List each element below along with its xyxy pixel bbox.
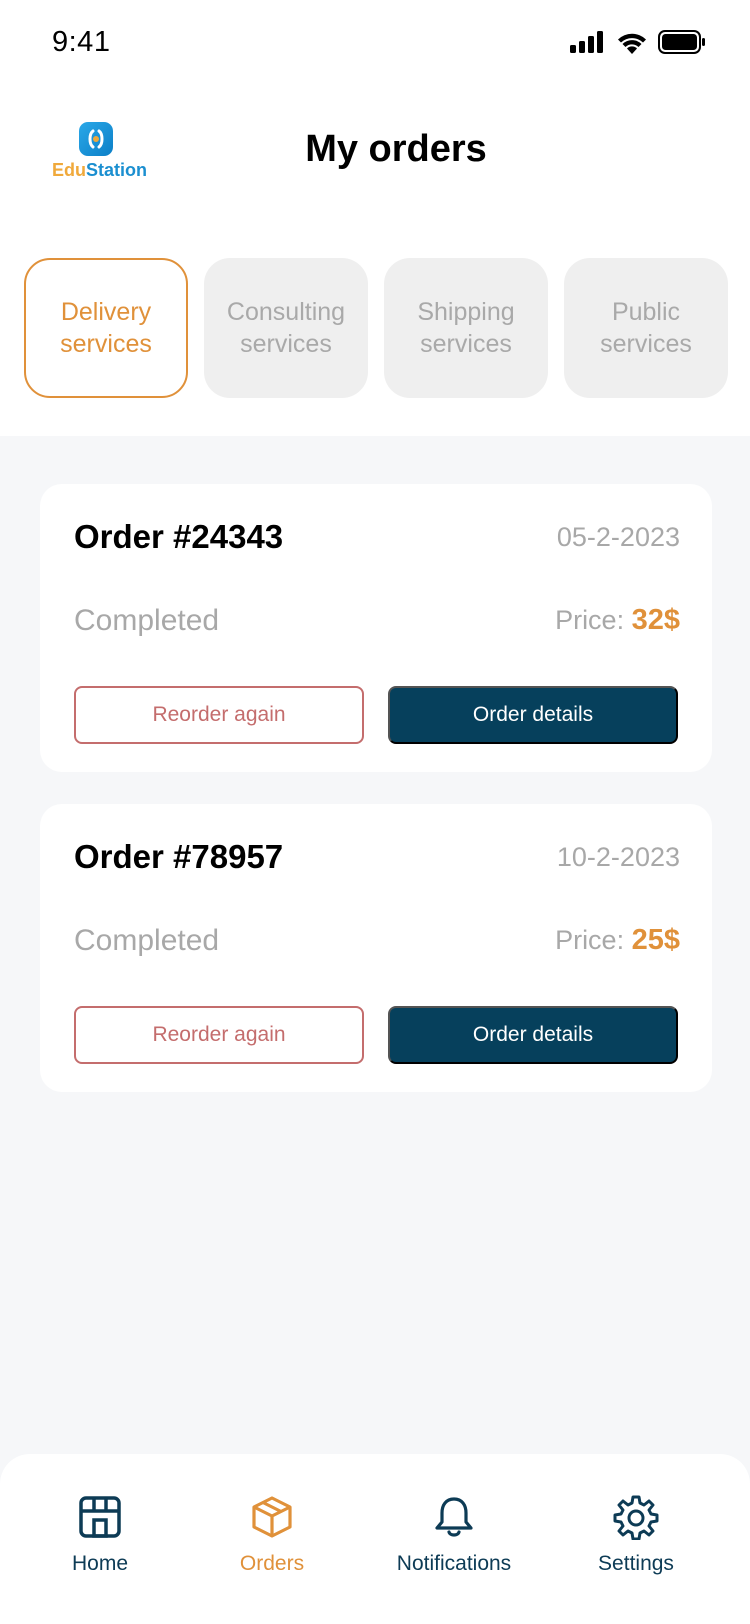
gear-icon [613, 1495, 659, 1540]
order-title: Order #78957 [74, 838, 284, 875]
order-status: Completed [74, 604, 220, 637]
nav-item-home[interactable]: Home [10, 1494, 190, 1604]
store-icon [79, 1496, 121, 1538]
bottom-navigation: Home Orders Notifications Settings [0, 1454, 750, 1624]
nav-item-settings[interactable]: Settings [546, 1494, 726, 1604]
order-details-button[interactable]: Order details [388, 686, 678, 744]
bell-icon [435, 1497, 473, 1537]
wifi-icon [618, 33, 646, 54]
nav-label-home: Home [71, 1552, 129, 1575]
tab-public-services[interactable]: Public services [564, 258, 728, 398]
order-price: Price: 25$ [555, 924, 680, 957]
order-price: Price: 32$ [555, 604, 680, 637]
cellular-signal-icon [570, 31, 603, 53]
nav-label-settings: Settings [598, 1552, 674, 1575]
price-label: Price: [555, 605, 625, 635]
tab-consulting-services[interactable]: Consulting services [204, 258, 368, 398]
order-date: 10-2-2023 [556, 842, 680, 872]
order-date: 05-2-2023 [556, 522, 680, 552]
price-value: 32$ [631, 604, 680, 636]
battery-icon [658, 30, 705, 54]
price-value: 25$ [631, 924, 680, 956]
order-status: Completed [74, 924, 220, 957]
reorder-again-button[interactable]: Reorder again [74, 1006, 364, 1064]
nav-item-notifications[interactable]: Notifications [364, 1494, 544, 1604]
nav-label-notifications: Notifications [396, 1552, 512, 1575]
order-card: Order #24343 05-2-2023 Completed Price: … [40, 484, 712, 772]
nav-item-orders[interactable]: Orders [182, 1494, 362, 1604]
page-title: My orders [305, 128, 487, 170]
status-time: 9:41 [52, 26, 111, 58]
nav-label-orders: Orders [239, 1552, 305, 1575]
service-tabs: Delivery services Consulting services Ship… [24, 258, 728, 398]
order-card: Order #78957 10-2-2023 Completed Price: … [40, 804, 712, 1092]
tab-delivery-services[interactable]: Delivery services [24, 258, 188, 398]
tab-shipping-services[interactable]: Shipping services [384, 258, 548, 398]
order-details-button[interactable]: Order details [388, 1006, 678, 1064]
reorder-again-button[interactable]: Reorder again [74, 686, 364, 744]
status-bar: 9:41 [0, 0, 750, 90]
package-icon [252, 1496, 292, 1538]
order-title: Order #24343 [74, 518, 284, 555]
price-label: Price: [555, 925, 625, 955]
header-area: 9:41 EduStation My orders Delivery servi… [0, 0, 750, 436]
status-icons [570, 30, 706, 54]
